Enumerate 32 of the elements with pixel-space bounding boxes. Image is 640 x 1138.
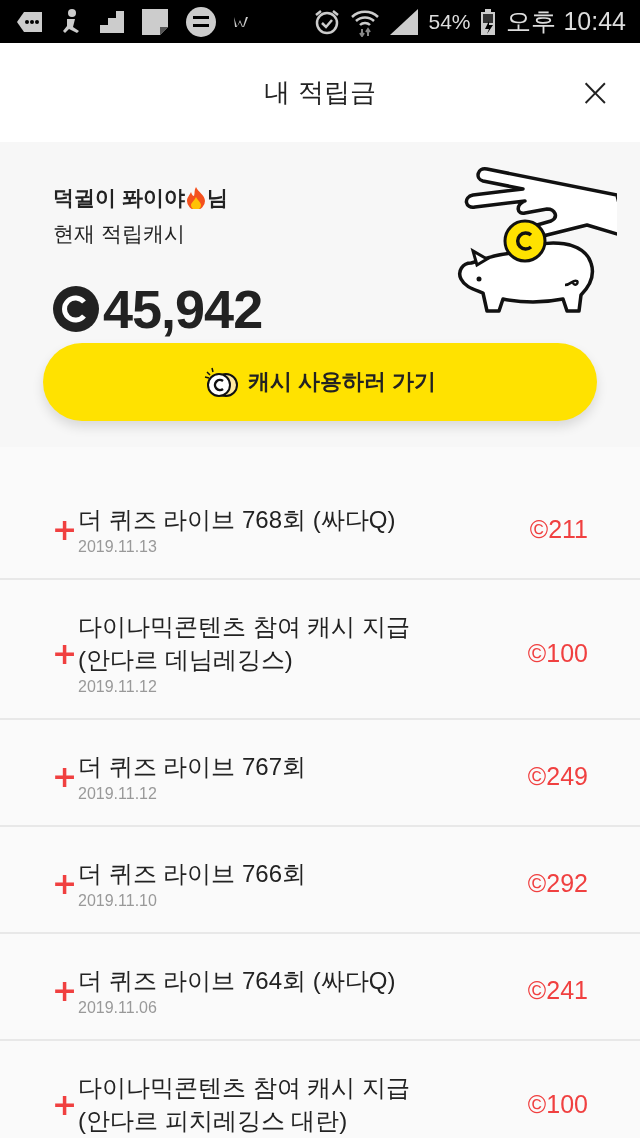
history-date: 2019.11.12 [78, 785, 158, 803]
plus-sign: + [52, 973, 78, 1008]
history-title: 더 퀴즈 라이브 768회 (싸다Q) [78, 505, 397, 535]
cash-amount: ©292 [527, 869, 588, 898]
balance-label: 현재 적립캐시 [53, 221, 186, 247]
history-title: 다이나믹콘텐츠 참여 캐시 지급(안다르 피치레깅스 대란) [78, 1073, 411, 1136]
history-date: 2019.11.10 [78, 892, 158, 910]
screen-title: 내 적립금 [264, 76, 376, 109]
cash-amount: ©249 [527, 762, 588, 791]
battery-percent: 54% [428, 9, 471, 34]
cash-amount: ©100 [527, 1089, 588, 1119]
plus-sign: + [52, 759, 78, 794]
history-date: 2019.11.13 [78, 538, 158, 556]
honorific-label: 님 [206, 185, 228, 211]
close-button[interactable]: × [578, 77, 612, 107]
history-title: 더 퀴즈 라이브 767회 [78, 752, 308, 782]
history-date: 2019.11.12 [78, 678, 158, 696]
plus-sign: + [52, 1086, 78, 1122]
use-cash-button[interactable]: 캐시 사용하러 가기 [43, 343, 597, 421]
plus-sign: + [52, 866, 78, 901]
cash-amount: ©241 [527, 976, 588, 1005]
history-title: 더 퀴즈 라이브 766회 [78, 859, 308, 889]
history-date: 2019.11.06 [78, 999, 158, 1017]
history-title: 다이나믹콘텐츠 참여 캐시 지급(안다르 데님레깅스) [78, 612, 411, 675]
clock-time: 오후 10:44 [506, 6, 626, 37]
history-title: 더 퀴즈 라이브 764회 (싸다Q) [78, 966, 397, 996]
plus-sign: + [52, 635, 78, 671]
plus-sign: + [52, 512, 78, 547]
cash-amount: ©211 [529, 515, 588, 544]
user-name: 덕귈이 퐈이야 [53, 185, 185, 211]
cash-balance: 45,942 [103, 278, 263, 340]
cash-amount: ©100 [527, 638, 588, 668]
